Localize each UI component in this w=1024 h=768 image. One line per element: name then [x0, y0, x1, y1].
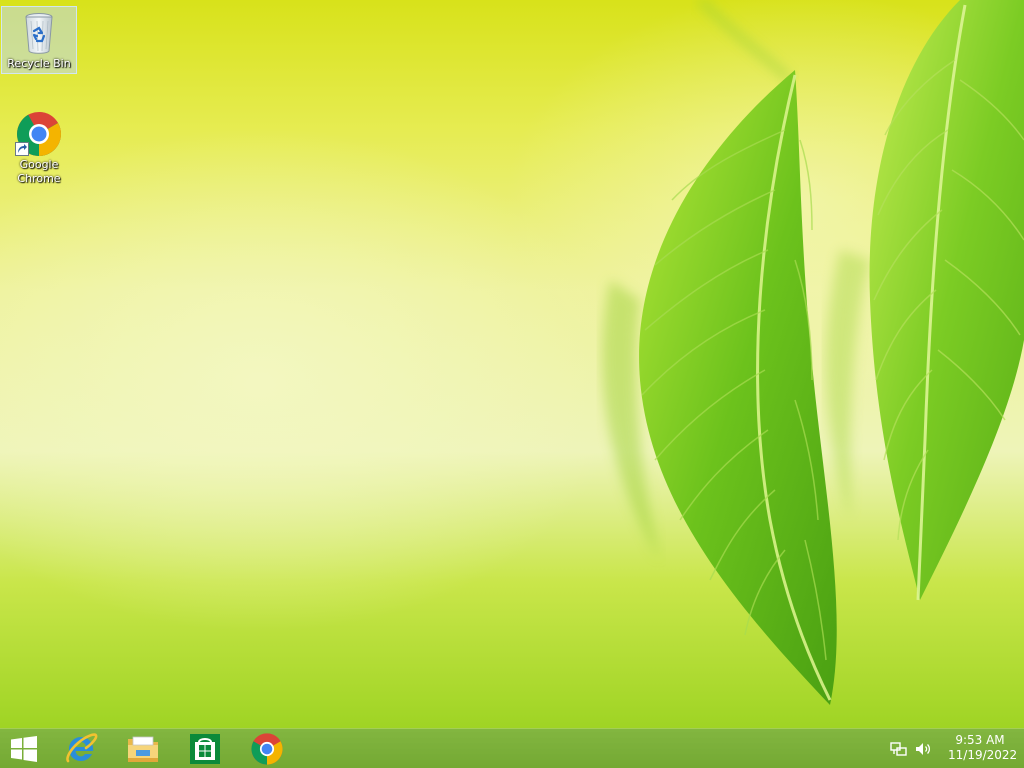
network-icon[interactable] — [890, 740, 908, 758]
start-button[interactable] — [0, 729, 48, 768]
desktop[interactable]: Recycle Bin Google Chrome — [0, 0, 1024, 728]
chrome-icon — [15, 110, 63, 158]
taskbar-internet-explorer[interactable] — [53, 729, 109, 768]
wallpaper-leaves — [602, 0, 1024, 705]
chrome-icon — [251, 732, 283, 765]
desktop-icon-recycle-bin[interactable]: Recycle Bin — [1, 6, 77, 74]
desktop-icon-label: Google Chrome — [17, 158, 61, 185]
clock-time: 9:53 AM — [955, 733, 1005, 747]
file-explorer-icon — [128, 736, 158, 762]
taskbar: 9:53 AM 11/19/2022 — [0, 728, 1024, 768]
shortcut-arrow-icon — [15, 142, 29, 156]
windows-store-icon — [190, 733, 220, 764]
taskbar-file-explorer[interactable] — [115, 729, 171, 768]
taskbar-windows-store[interactable] — [177, 729, 233, 768]
recycle-bin-icon — [15, 9, 63, 57]
windows-logo-icon — [11, 735, 37, 762]
taskbar-google-chrome[interactable] — [239, 729, 295, 768]
clock[interactable]: 9:53 AM 11/19/2022 — [948, 733, 1018, 763]
volume-icon[interactable] — [914, 740, 932, 758]
clock-date: 11/19/2022 — [948, 748, 1018, 762]
desktop-icon-label: Recycle Bin — [7, 57, 71, 70]
internet-explorer-icon — [66, 732, 98, 762]
system-tray: 9:53 AM 11/19/2022 — [884, 729, 1024, 768]
desktop-icon-google-chrome[interactable]: Google Chrome — [1, 108, 77, 192]
